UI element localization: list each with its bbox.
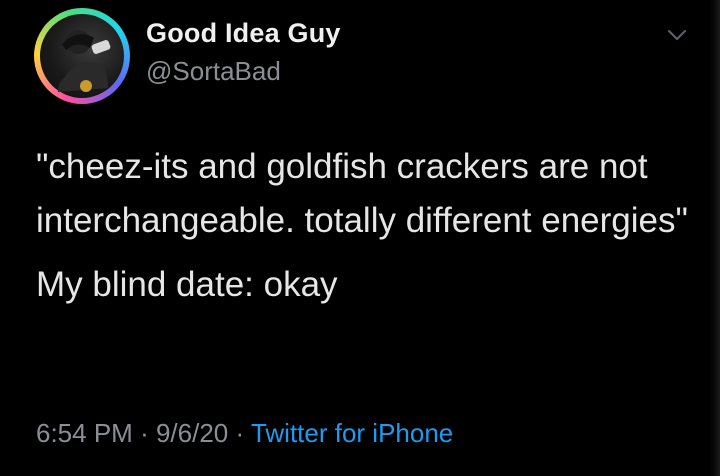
tweet-reply: My blind date: okay xyxy=(36,265,338,304)
profile-avatar-image xyxy=(58,30,111,92)
tweet-card: Good Idea Guy @SortaBad "cheez-its and g… xyxy=(0,0,720,476)
tweet-body: "cheez-its and goldfish crackers are not… xyxy=(36,140,696,312)
avatar[interactable] xyxy=(34,8,130,104)
author-display-name[interactable]: Good Idea Guy xyxy=(146,18,341,49)
meta-separator: · xyxy=(140,418,149,448)
tweet-meta: 6:54 PM · 9/6/20 · Twitter for iPhone xyxy=(36,418,453,449)
meta-separator: · xyxy=(235,418,245,448)
tweet-source[interactable]: Twitter for iPhone xyxy=(251,418,453,448)
tweet-quote: "cheez-its and goldfish crackers are not… xyxy=(36,147,688,240)
tweet-date[interactable]: 9/6/20 xyxy=(156,418,228,448)
author-handle[interactable]: @SortaBad xyxy=(146,56,281,87)
screen-edge xyxy=(710,0,720,476)
chevron-down-icon[interactable] xyxy=(664,22,690,48)
tweet-time[interactable]: 6:54 PM xyxy=(36,418,133,448)
